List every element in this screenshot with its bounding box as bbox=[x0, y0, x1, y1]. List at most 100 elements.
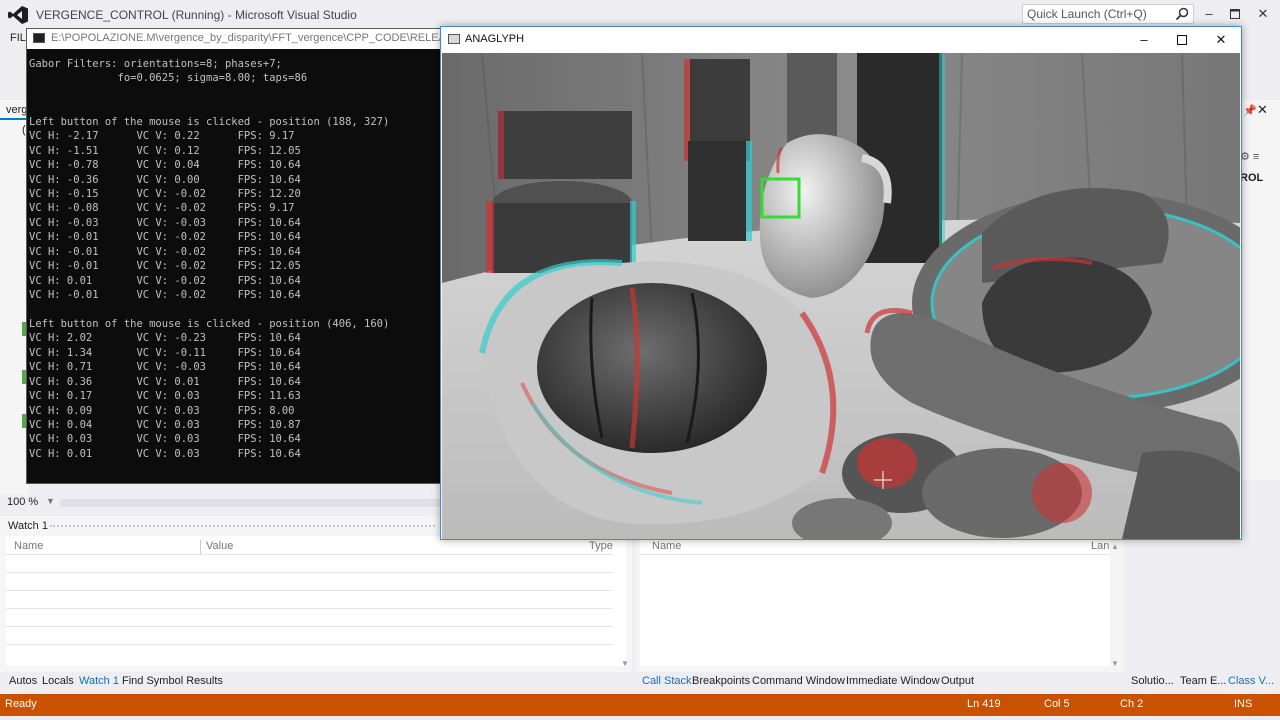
status-column: Col 5 bbox=[1044, 698, 1070, 710]
dark-boxes bbox=[684, 59, 752, 241]
console-line: Gabor Filters: orientations=8; phases+7; bbox=[29, 58, 282, 70]
console-line: VC H: -0.15 VC V: -0.02 FPS: 12.20 bbox=[29, 187, 301, 200]
callstack-grid bbox=[640, 536, 1110, 666]
console-title-bar[interactable]: E:\POPOLAZIONE.M\vergence_by_disparity\F… bbox=[27, 29, 445, 49]
console-window[interactable]: E:\POPOLAZIONE.M\vergence_by_disparity\F… bbox=[26, 28, 446, 484]
close-icon[interactable]: ✕ bbox=[1257, 102, 1268, 118]
watch-col-type[interactable]: Type bbox=[589, 540, 613, 558]
console-line: VC H: 2.02 VC V: -0.23 FPS: 10.64 bbox=[29, 332, 301, 345]
console-line: VC H: 0.04 VC V: 0.03 FPS: 10.87 bbox=[29, 418, 301, 431]
console-line: Left button of the mouse is clicked - po… bbox=[29, 115, 390, 128]
tab-solution-explorer[interactable]: Solutio... bbox=[1131, 675, 1174, 687]
bottom-tab-bar: Autos Locals Watch 1 Find Symbol Results… bbox=[0, 672, 1280, 694]
watch-panel-title: Watch 1 bbox=[8, 520, 48, 532]
zoom-level[interactable]: 100 % bbox=[7, 496, 38, 508]
console-app-icon bbox=[33, 33, 45, 43]
horizontal-scrollbar[interactable] bbox=[60, 499, 440, 507]
console-title: E:\POPOLAZIONE.M\vergence_by_disparity\F… bbox=[51, 32, 443, 44]
console-line: VC H: -0.03 VC V: -0.03 FPS: 10.64 bbox=[29, 216, 301, 229]
panel-drag-handle[interactable] bbox=[50, 525, 435, 528]
editor-left-strip bbox=[0, 100, 28, 500]
window-title: VERGENCE_CONTROL (Running) - Microsoft V… bbox=[36, 8, 357, 22]
scroll-down-icon[interactable]: ▼ bbox=[621, 659, 629, 668]
watch-col-value[interactable]: Value bbox=[206, 540, 233, 558]
tab-locals[interactable]: Locals bbox=[42, 675, 74, 687]
anaglyph-stereo-image[interactable] bbox=[442, 53, 1240, 539]
close-icon[interactable]: ✕ bbox=[1208, 30, 1234, 50]
callstack-col-name[interactable]: Name bbox=[652, 540, 681, 558]
console-line: Left button of the mouse is clicked - po… bbox=[29, 317, 390, 330]
status-line: Ln 419 bbox=[967, 698, 1001, 710]
console-line: VC H: -2.17 VC V: 0.22 FPS: 9.17 bbox=[29, 130, 295, 143]
grid-row-line bbox=[6, 572, 612, 573]
document-tab-underline bbox=[0, 118, 28, 120]
box-stack bbox=[486, 111, 636, 273]
document-tab[interactable]: verg bbox=[6, 104, 27, 116]
console-line: VC H: -0.01 VC V: -0.02 FPS: 12.05 bbox=[29, 260, 301, 273]
console-line: VC H: 0.71 VC V: -0.03 FPS: 10.64 bbox=[29, 361, 301, 374]
tab-call-stack[interactable]: Call Stack bbox=[642, 675, 692, 687]
pin-icon[interactable]: 📌 bbox=[1243, 104, 1257, 117]
tab-find-symbol-results[interactable]: Find Symbol Results bbox=[122, 675, 223, 687]
console-line: VC H: -0.36 VC V: 0.00 FPS: 10.64 bbox=[29, 173, 301, 186]
anaglyph-window[interactable]: ANAGLYPH – ✕ bbox=[440, 26, 1242, 540]
console-line: VC H: 0.01 VC V: -0.02 FPS: 10.64 bbox=[29, 274, 301, 287]
watch-grid bbox=[6, 536, 626, 666]
status-ready: Ready bbox=[5, 698, 37, 710]
tab-autos[interactable]: Autos bbox=[9, 675, 37, 687]
window-app-icon bbox=[448, 34, 460, 44]
console-line: fo=0.0625; sigma=8.00; taps=86 bbox=[29, 72, 308, 85]
grid-row-line bbox=[6, 608, 612, 609]
quick-launch-input[interactable]: Quick Launch (Ctrl+Q) bbox=[1022, 4, 1194, 24]
grid-row-line bbox=[6, 590, 612, 591]
tab-class-view[interactable]: Class V... bbox=[1228, 675, 1274, 687]
anaglyph-title-bar[interactable]: ANAGLYPH – ✕ bbox=[441, 27, 1241, 53]
close-icon[interactable]: ✕ bbox=[1252, 4, 1274, 24]
console-line: VC H: -1.51 VC V: 0.12 FPS: 12.05 bbox=[29, 144, 301, 157]
grid-row-line bbox=[6, 626, 612, 627]
console-line: VC H: 0.09 VC V: 0.03 FPS: 8.00 bbox=[29, 404, 295, 417]
console-output: Gabor Filters: orientations=8; phases+7;… bbox=[27, 57, 441, 481]
visual-studio-logo-icon bbox=[8, 6, 28, 24]
console-line: VC H: 0.17 VC V: 0.03 FPS: 11.63 bbox=[29, 390, 301, 403]
console-line: VC H: 0.03 VC V: 0.03 FPS: 10.64 bbox=[29, 433, 301, 446]
tab-immediate-window[interactable]: Immediate Window bbox=[846, 675, 940, 687]
tab-team-explorer[interactable]: Team E... bbox=[1180, 675, 1226, 687]
scroll-down-icon[interactable]: ▼ bbox=[1111, 659, 1119, 668]
tab-breakpoints[interactable]: Breakpoints bbox=[692, 675, 750, 687]
grid-row-line bbox=[6, 644, 612, 645]
bottle bbox=[787, 53, 837, 143]
console-line: VC H: -0.08 VC V: -0.02 FPS: 9.17 bbox=[29, 202, 295, 215]
search-icon bbox=[1175, 7, 1189, 21]
console-line: VC H: 0.01 VC V: 0.03 FPS: 10.64 bbox=[29, 447, 301, 460]
tab-output[interactable]: Output bbox=[941, 675, 974, 687]
console-line: VC H: -0.01 VC V: -0.02 FPS: 10.64 bbox=[29, 231, 301, 244]
console-line: VC H: -0.01 VC V: -0.02 FPS: 10.64 bbox=[29, 289, 301, 301]
maximize-icon[interactable] bbox=[1169, 30, 1195, 50]
maximize-icon[interactable] bbox=[1224, 4, 1246, 24]
tab-command-window[interactable]: Command Window bbox=[752, 675, 845, 687]
console-line: VC H: 0.36 VC V: 0.01 FPS: 10.64 bbox=[29, 375, 301, 388]
editor-zoom-bar: 100 % ▼ bbox=[0, 495, 440, 511]
console-line: VC H: -0.78 VC V: 0.04 FPS: 10.64 bbox=[29, 159, 301, 172]
minimize-icon[interactable]: – bbox=[1198, 4, 1220, 24]
scroll-up-icon[interactable]: ▲ bbox=[1111, 542, 1119, 551]
anaglyph-title: ANAGLYPH bbox=[465, 33, 525, 45]
grid-row-line bbox=[640, 554, 1110, 555]
callstack-col-lang[interactable]: Lan bbox=[1091, 540, 1109, 558]
panel-options-icon[interactable]: ⚙ ≡ bbox=[1240, 150, 1259, 163]
console-line: VC H: 1.34 VC V: -0.11 FPS: 10.64 bbox=[29, 346, 301, 359]
chevron-down-icon[interactable]: ▼ bbox=[46, 496, 55, 506]
column-divider bbox=[200, 540, 201, 554]
right-panel-label: ROL bbox=[1240, 172, 1264, 184]
console-line: VC H: -0.01 VC V: -0.02 FPS: 10.64 bbox=[29, 245, 301, 258]
status-insert-mode: INS bbox=[1234, 698, 1253, 710]
grid-row-line bbox=[6, 554, 612, 555]
tab-watch1[interactable]: Watch 1 bbox=[79, 675, 119, 687]
watch-col-name[interactable]: Name bbox=[14, 540, 43, 558]
minimize-icon[interactable]: – bbox=[1131, 30, 1157, 50]
status-char: Ch 2 bbox=[1120, 698, 1144, 710]
